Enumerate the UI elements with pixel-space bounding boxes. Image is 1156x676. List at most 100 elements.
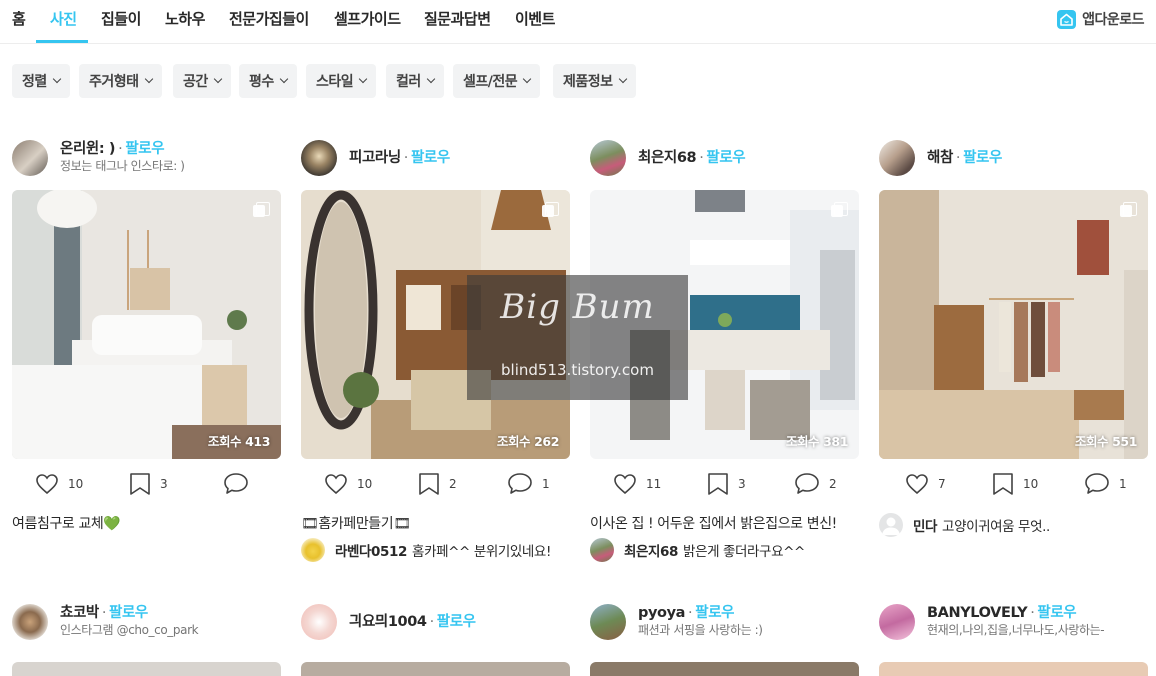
author-name[interactable]: 피고라닝 [349, 150, 401, 166]
card-description[interactable]: 여름침구로 교체💚 [12, 513, 121, 533]
comment-avatar[interactable] [301, 538, 325, 562]
card-photo[interactable]: 조회수 551 [879, 190, 1148, 459]
comment-button[interactable]: 2 [794, 471, 837, 497]
card-author[interactable]: 해참 · 팔로우 [879, 137, 1148, 177]
like-count: 10 [357, 477, 373, 491]
card-photo[interactable] [590, 662, 859, 676]
comment-button[interactable] [223, 471, 258, 497]
filter-size[interactable]: 평수 [239, 64, 297, 98]
tab-knowhow[interactable]: 노하우 [165, 0, 205, 44]
scrap-button[interactable]: 10 [992, 471, 1038, 497]
card-author[interactable]: pyoya · 팔로우 패션과 서핑을 사랑하는 :) [590, 601, 859, 641]
card-photo[interactable] [879, 662, 1148, 676]
app-download-button[interactable]: 앱다운로드 [1057, 8, 1144, 30]
like-button[interactable]: 10 [324, 471, 372, 497]
scrap-button[interactable]: 3 [707, 471, 746, 497]
like-count: 7 [938, 477, 946, 491]
like-button[interactable]: 7 [905, 471, 946, 497]
multiple-photos-icon [542, 202, 559, 218]
filter-housing-type[interactable]: 주거형태 [79, 64, 162, 98]
author-bio: 정보는 태그나 인스타로: ) [60, 159, 185, 173]
avatar[interactable] [301, 604, 337, 640]
tab-housewarming[interactable]: 집들이 [101, 0, 141, 44]
card-actions: 10 3 [12, 471, 281, 497]
comment-author[interactable]: 민다 [913, 515, 937, 535]
tab-home[interactable]: 홈 [12, 0, 26, 44]
bookmark-icon [419, 473, 439, 495]
author-name[interactable]: BANYLOVELY [927, 605, 1028, 621]
card-author[interactable]: 쵸코박 · 팔로우 인스타그램 @cho_co_park [12, 601, 281, 641]
card-comment[interactable]: 최은지68 밝은게 좋더라구요^^ [590, 538, 805, 562]
avatar[interactable] [879, 140, 915, 176]
author-name[interactable]: 해참 [927, 150, 953, 166]
app-house-icon [1057, 9, 1077, 29]
card-photo[interactable] [12, 662, 281, 676]
tab-self-guide[interactable]: 셀프가이드 [334, 0, 401, 44]
comment-button[interactable]: 1 [1084, 471, 1127, 497]
author-name[interactable]: 최은지68 [638, 150, 697, 166]
comment-button[interactable]: 1 [507, 471, 550, 497]
chevron-down-icon [426, 74, 436, 84]
scrap-count: 3 [160, 477, 168, 491]
card-author[interactable]: BANYLOVELY · 팔로우 현재의,나의,집을,너무나도,사랑하는- [879, 601, 1148, 641]
scrap-button[interactable]: 2 [418, 471, 457, 497]
tab-expert-housewarming[interactable]: 전문가집들이 [229, 0, 309, 44]
follow-button[interactable]: 팔로우 [125, 141, 164, 157]
card-description[interactable]: 🎞홈카페만들기🎞 [301, 513, 411, 533]
follow-button[interactable]: 팔로우 [437, 614, 476, 630]
card-photo[interactable] [301, 662, 570, 676]
avatar[interactable] [301, 140, 337, 176]
scrap-button[interactable]: 3 [129, 471, 168, 497]
card-actions: 7 10 1 [879, 471, 1148, 497]
card-comment[interactable]: 민다 고양이귀여움 무엇.. [879, 513, 1050, 537]
tab-photos[interactable]: 사진 [50, 0, 77, 44]
author-name[interactable]: 긔요믜1004 [349, 614, 427, 630]
like-button[interactable]: 11 [613, 471, 661, 497]
avatar[interactable] [590, 604, 626, 640]
filter-space[interactable]: 공간 [173, 64, 231, 98]
follow-button[interactable]: 팔로우 [695, 605, 734, 621]
follow-button[interactable]: 팔로우 [411, 150, 450, 166]
avatar[interactable] [590, 140, 626, 176]
author-name[interactable]: pyoya [638, 605, 685, 621]
avatar[interactable] [12, 604, 48, 640]
comment-avatar-default[interactable] [879, 513, 903, 537]
follow-button[interactable]: 팔로우 [963, 150, 1002, 166]
comment-bubble-icon [224, 473, 248, 494]
app-download-label: 앱다운로드 [1082, 12, 1144, 28]
comment-text: 밝은게 좋더라구요^^ [683, 544, 805, 560]
author-line: 온리윈: ) · 팔로우 [60, 141, 165, 157]
tab-qna[interactable]: 질문과답변 [424, 0, 491, 44]
card-photo[interactable]: 조회수 413 [12, 190, 281, 459]
author-name[interactable]: 온리윈: ) [60, 141, 115, 157]
card-author[interactable]: 피고라닝 · 팔로우 [301, 137, 570, 177]
card-author[interactable]: 긔요믜1004 · 팔로우 [301, 601, 570, 641]
card-author[interactable]: 온리윈: ) · 팔로우 정보는 태그나 인스타로: ) [12, 137, 281, 177]
follow-button[interactable]: 팔로우 [706, 150, 745, 166]
filter-self-expert[interactable]: 셀프/전문 [453, 64, 541, 98]
bookmark-icon [708, 473, 728, 495]
filter-color[interactable]: 컬러 [386, 64, 444, 98]
avatar[interactable] [12, 140, 48, 176]
card-comment[interactable]: 라벤다0512 홈카페^^ 분위기있네요! [301, 538, 551, 562]
card-author[interactable]: 최은지68 · 팔로우 [590, 137, 859, 177]
comment-count: 1 [1119, 477, 1127, 491]
comment-author[interactable]: 최은지68 [624, 540, 678, 560]
card-description[interactable]: 이사온 집 ! 어두운 집에서 밝은집으로 변신! [590, 513, 837, 533]
card-actions: 11 3 2 [590, 471, 859, 497]
author-name[interactable]: 쵸코박 [60, 605, 99, 621]
tab-events[interactable]: 이벤트 [515, 0, 555, 44]
filter-style[interactable]: 스타일 [306, 64, 377, 98]
like-button[interactable]: 10 [35, 471, 83, 497]
avatar[interactable] [879, 604, 915, 640]
filter-product-info[interactable]: 제품정보 [553, 64, 636, 98]
author-line: 긔요믜1004 · 팔로우 [349, 614, 476, 630]
comment-avatar[interactable] [590, 538, 614, 562]
author-line: 해참 · 팔로우 [927, 150, 1002, 166]
follow-button[interactable]: 팔로우 [1037, 605, 1076, 621]
filter-sort[interactable]: 정렬 [12, 64, 70, 98]
author-line: 피고라닝 · 팔로우 [349, 150, 450, 166]
comment-author[interactable]: 라벤다0512 [335, 540, 407, 560]
author-line: pyoya · 팔로우 [638, 605, 735, 621]
follow-button[interactable]: 팔로우 [109, 605, 148, 621]
